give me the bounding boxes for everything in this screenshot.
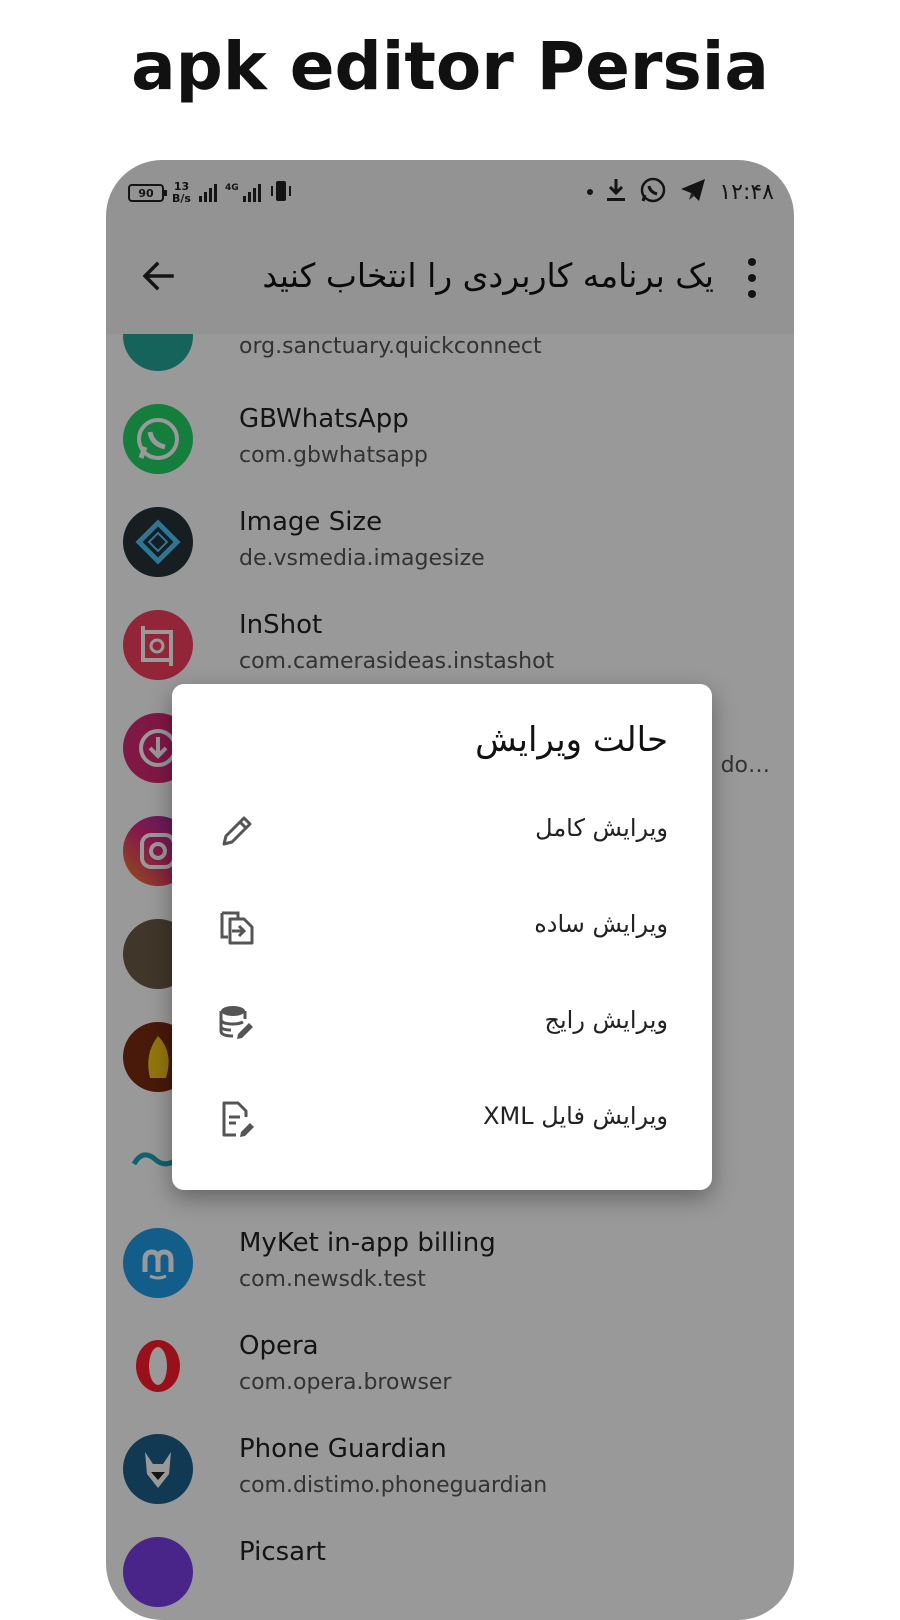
option-xml-edit[interactable]: ویرایش فایل XML	[172, 1072, 712, 1168]
file-import-icon	[216, 906, 258, 948]
option-full-edit[interactable]: ویرایش کامل	[172, 784, 712, 880]
pencil-icon	[216, 810, 258, 852]
option-label: ویرایش کامل	[535, 814, 668, 842]
file-edit-icon	[216, 1098, 258, 1140]
database-edit-icon	[216, 1002, 258, 1044]
option-common-edit[interactable]: ویرایش رایج	[172, 976, 712, 1072]
option-simple-edit[interactable]: ویرایش ساده	[172, 880, 712, 976]
phone-frame: 90 13 B/s 4G ۱۲:۴۸ یک برنامه کاربردی را …	[106, 160, 794, 1620]
edit-mode-dialog: حالت ویرایش ویرایش کامل ویرایش ساده ویرا…	[172, 684, 712, 1190]
option-label: ویرایش فایل XML	[483, 1102, 668, 1130]
dialog-title: حالت ویرایش	[475, 720, 668, 760]
promo-title: apk editor Persia	[131, 28, 769, 105]
option-label: ویرایش رایج	[544, 1006, 668, 1034]
option-label: ویرایش ساده	[534, 910, 668, 938]
